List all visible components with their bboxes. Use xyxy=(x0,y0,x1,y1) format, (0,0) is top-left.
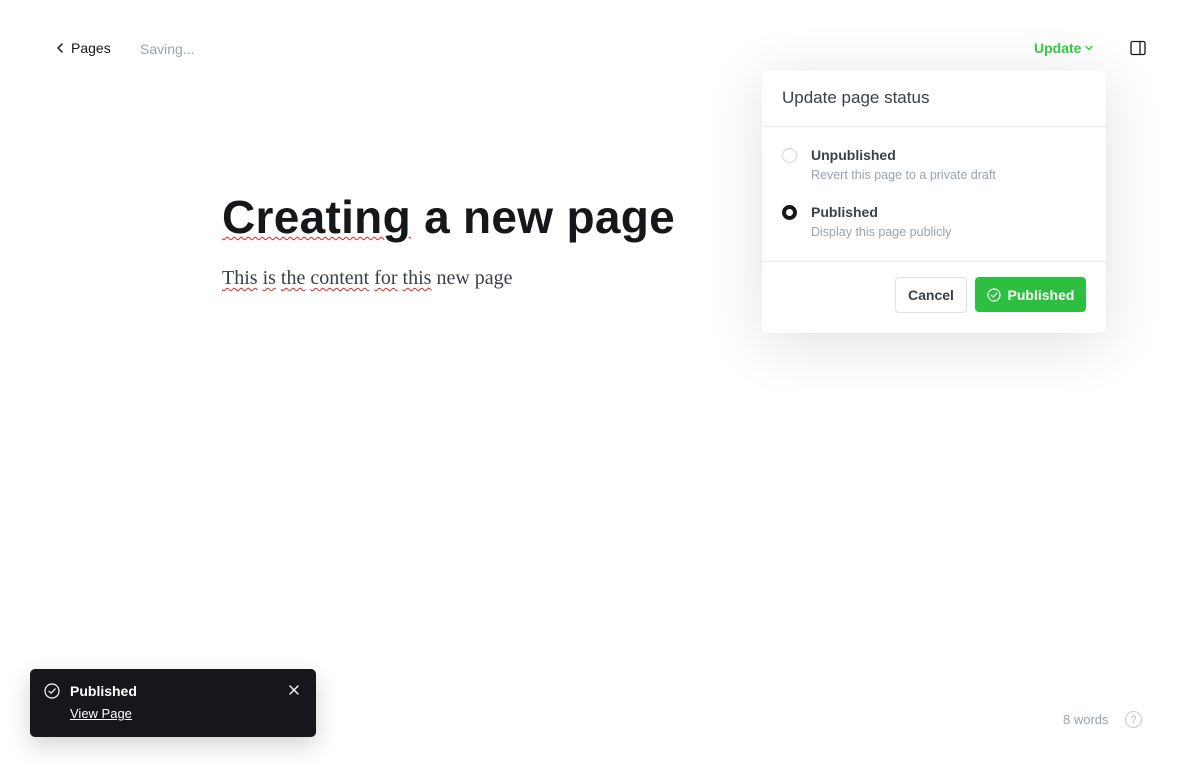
back-to-pages-link[interactable]: Pages xyxy=(55,40,111,56)
close-icon[interactable] xyxy=(287,683,301,697)
chevron-left-icon xyxy=(57,43,63,53)
option-unpublished[interactable]: Unpublished Revert this page to a privat… xyxy=(782,147,996,182)
published-toast: Published View Page xyxy=(30,669,316,737)
body-word: This xyxy=(222,267,258,289)
update-status-popover: Update page status Unpublished Revert th… xyxy=(762,70,1106,333)
body-word: is xyxy=(262,267,276,289)
popover-footer: Cancel Published xyxy=(762,261,1106,334)
post-title[interactable]: Creating a new page xyxy=(222,190,675,244)
update-button-label: Update xyxy=(1034,40,1082,56)
check-circle-icon xyxy=(44,683,60,699)
help-icon: ? xyxy=(1130,713,1137,726)
toast-title: Published xyxy=(70,683,137,699)
body-word: content xyxy=(310,267,370,289)
body-rest: new page xyxy=(431,267,513,289)
word-count: 8 words xyxy=(1063,712,1109,727)
option-unpublished-label: Unpublished xyxy=(811,147,896,163)
popover-title: Update page status xyxy=(762,70,1106,127)
option-published-label: Published xyxy=(811,204,878,220)
cancel-button[interactable]: Cancel xyxy=(895,277,967,313)
view-page-link[interactable]: View Page xyxy=(70,706,132,721)
published-button-label: Published xyxy=(1007,286,1075,303)
body-word: the xyxy=(280,267,306,289)
sidebar-toggle-icon[interactable] xyxy=(1130,40,1146,56)
radio-published[interactable] xyxy=(782,205,797,220)
option-published[interactable]: Published Display this page publicly xyxy=(782,204,951,239)
chevron-down-icon xyxy=(1085,45,1094,51)
help-button[interactable]: ? xyxy=(1125,711,1142,728)
option-published-description: Display this page publicly xyxy=(811,225,952,239)
page-editor: Pages Saving... Update Creating a new pa… xyxy=(0,0,1184,767)
update-button[interactable]: Update xyxy=(1034,40,1094,56)
published-button[interactable]: Published xyxy=(975,277,1086,312)
option-unpublished-description: Revert this page to a private draft xyxy=(811,168,996,182)
title-rest: a new page xyxy=(410,191,676,243)
radio-unpublished[interactable] xyxy=(782,148,797,163)
back-link-label: Pages xyxy=(71,40,111,56)
post-body[interactable]: This is the content for this new page xyxy=(222,267,513,290)
title-word-misspelled: Creating xyxy=(222,191,411,243)
body-word: this xyxy=(402,267,432,289)
save-status: Saving... xyxy=(140,41,195,57)
check-circle-icon xyxy=(986,287,1001,302)
body-word: for xyxy=(374,267,398,289)
